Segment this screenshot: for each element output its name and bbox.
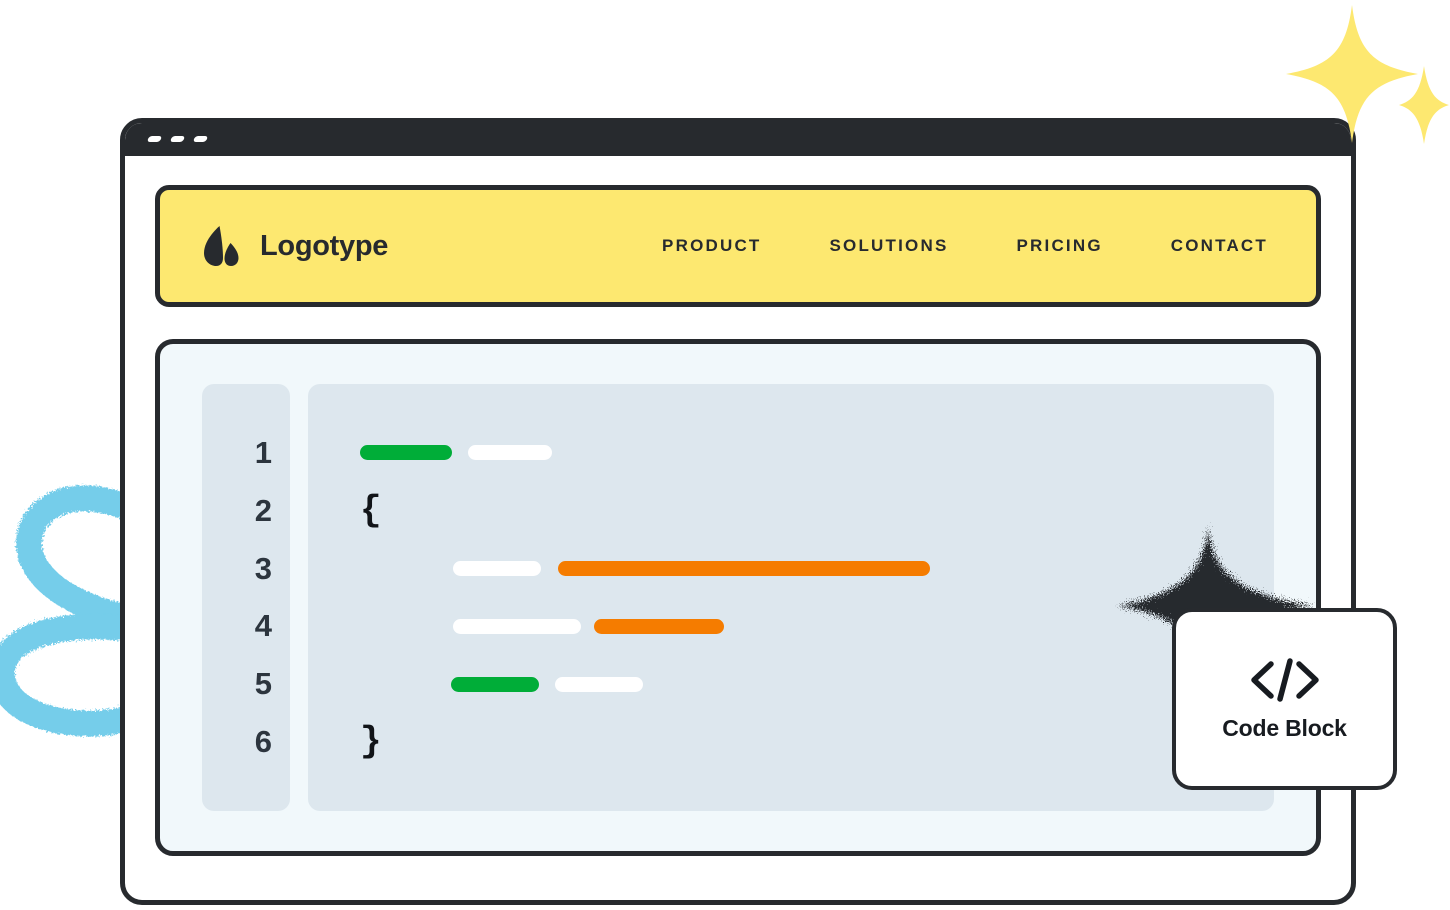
line-number: 2 bbox=[254, 492, 272, 528]
code-line bbox=[308, 540, 1274, 598]
nav-link-pricing[interactable]: PRICING bbox=[1017, 236, 1103, 256]
code-content-area[interactable]: { } bbox=[308, 384, 1274, 811]
code-brackets-icon bbox=[1250, 657, 1319, 702]
nav-link-contact[interactable]: CONTACT bbox=[1171, 236, 1268, 256]
code-line bbox=[308, 424, 1274, 482]
logotype-mark-icon bbox=[204, 226, 239, 266]
nav-link-solutions[interactable]: SOLUTIONS bbox=[830, 236, 949, 256]
code-line bbox=[308, 655, 1274, 713]
code-block-badge[interactable]: Code Block bbox=[1172, 608, 1397, 790]
code-token-bar bbox=[453, 561, 541, 577]
brand[interactable]: Logotype bbox=[202, 225, 388, 267]
code-token-bar bbox=[558, 561, 930, 577]
site-navbar: Logotype PRODUCT SOLUTIONS PRICING CONTA… bbox=[155, 185, 1321, 307]
brand-name: Logotype bbox=[260, 229, 389, 262]
code-editor-panel: 1 2 3 4 5 6 { } bbox=[155, 339, 1321, 856]
line-number: 5 bbox=[254, 666, 272, 702]
line-number-gutter: 1 2 3 4 5 6 bbox=[202, 384, 290, 811]
code-block-label: Code Block bbox=[1222, 714, 1347, 741]
line-number: 4 bbox=[254, 608, 272, 644]
code-token-bar bbox=[594, 618, 724, 634]
code-line bbox=[308, 597, 1274, 655]
titlebar-dot-1[interactable] bbox=[146, 136, 163, 142]
blue-swirl-decoration bbox=[0, 485, 140, 737]
code-line: } bbox=[308, 713, 1274, 771]
line-number: 3 bbox=[254, 550, 272, 586]
titlebar-dot-2[interactable] bbox=[169, 136, 186, 142]
code-token-bar bbox=[468, 445, 552, 461]
window-body: Logotype PRODUCT SOLUTIONS PRICING CONTA… bbox=[125, 157, 1351, 900]
titlebar-dot-3[interactable] bbox=[192, 136, 209, 142]
nav-link-product[interactable]: PRODUCT bbox=[662, 236, 761, 256]
nav-links: PRODUCT SOLUTIONS PRICING CONTACT bbox=[662, 236, 1278, 256]
browser-window: Logotype PRODUCT SOLUTIONS PRICING CONTA… bbox=[120, 118, 1356, 905]
code-token-bar bbox=[555, 676, 643, 692]
sparkle-small-icon bbox=[1399, 66, 1449, 144]
line-number: 6 bbox=[254, 724, 272, 760]
code-token-bar bbox=[360, 445, 452, 461]
code-token-bar bbox=[453, 618, 581, 634]
code-token-bar bbox=[451, 676, 539, 692]
line-number: 1 bbox=[254, 434, 272, 470]
code-brace: { bbox=[360, 489, 382, 531]
window-titlebar bbox=[125, 123, 1351, 156]
code-brace: } bbox=[360, 721, 382, 763]
code-line: { bbox=[308, 482, 1274, 540]
